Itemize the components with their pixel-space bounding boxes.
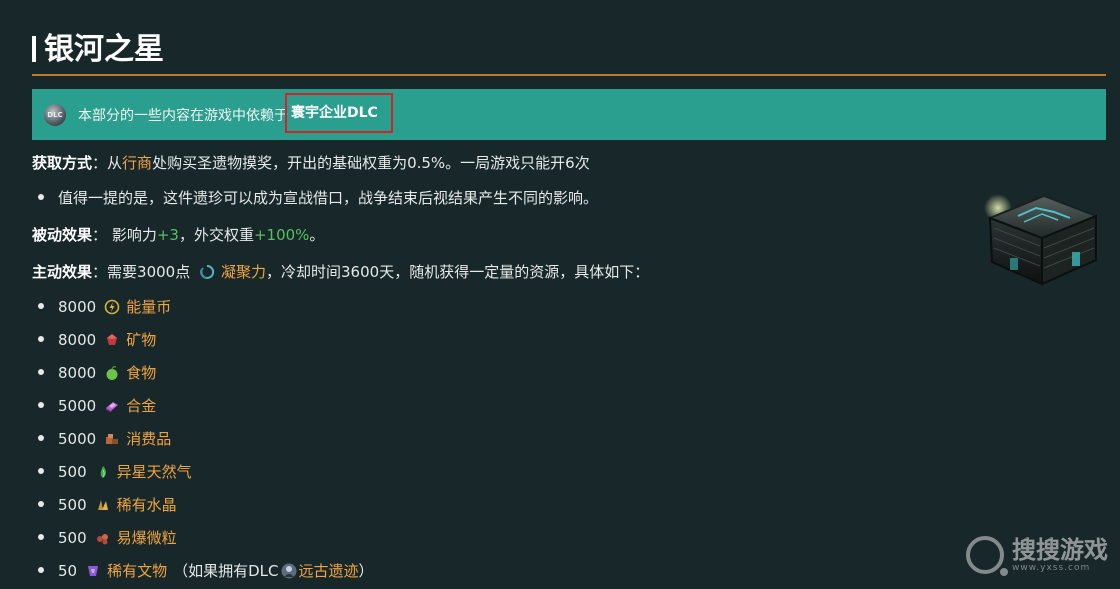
- merchant-link[interactable]: 行商: [122, 154, 152, 172]
- search-logo-icon: [966, 536, 1008, 576]
- page-title-text: 银河之星: [44, 32, 164, 67]
- title-bar-decoration: [32, 36, 36, 62]
- resource-amount: 8000: [58, 364, 97, 382]
- ancient-relics-dlc-icon: [281, 563, 297, 579]
- bullet-dot: [38, 501, 44, 507]
- dlc-logo-icon: DLC: [44, 103, 66, 126]
- minerals-icon: [104, 332, 120, 348]
- resource-link[interactable]: 稀有水晶: [117, 496, 177, 514]
- resource-link[interactable]: 消费品: [126, 430, 171, 448]
- acquire-text-after: 处购买圣遗物摸奖，开出的基础权重为0.5%。一局游戏只能开6次: [152, 154, 590, 172]
- active-sep: ：: [92, 263, 108, 281]
- exotic-gases-icon: [95, 464, 111, 480]
- bullet-dot: [38, 567, 44, 573]
- resource-link[interactable]: 能量币: [126, 298, 171, 316]
- resource-link[interactable]: 易爆微粒: [117, 529, 177, 547]
- rare-crystals-icon: [95, 497, 111, 513]
- resource-amount: 500: [58, 496, 87, 514]
- passive-sep: ：: [92, 226, 108, 244]
- resource-item: 500 稀有水晶: [38, 494, 177, 515]
- passive-influence-value: +3: [156, 226, 179, 244]
- resource-amount: 50: [58, 562, 78, 580]
- resource-link[interactable]: 稀有文物: [107, 562, 167, 580]
- watermark-url: www.yxss.com: [1012, 563, 1091, 573]
- dlc-notice-banner: DLC 本部分的一些内容在游戏中依赖于 寰宇企业DLC: [32, 89, 1106, 140]
- active-text-before: 需要3000点: [107, 263, 191, 281]
- passive-diplo-text: ，外交权重: [178, 226, 254, 244]
- resource-item: 8000 能量币: [38, 296, 171, 317]
- bullet-dot: [38, 468, 44, 474]
- passive-influence-text: 影响力: [111, 226, 157, 244]
- dlc-condition-end: ）: [358, 562, 374, 580]
- resource-item: 50 稀有文物 （如果拥有DLC 远古遗迹）: [38, 560, 374, 581]
- passive-line: 被动效果： 影响力+3，外交权重+100%。: [32, 224, 324, 245]
- resource-amount: 8000: [58, 331, 97, 349]
- resource-link[interactable]: 食物: [126, 364, 156, 382]
- acquire-label: 获取方式: [32, 154, 93, 172]
- resource-item: 8000 矿物: [38, 329, 156, 350]
- ancient-relics-link[interactable]: 远古遗迹: [299, 562, 359, 580]
- consumer-goods-icon: [104, 431, 120, 447]
- resource-item: 5000 合金: [38, 395, 156, 416]
- note-text: 值得一提的是，这件遗珍可以成为宣战借口，战争结束后视结果产生不同的影响。: [58, 189, 599, 207]
- resource-item: 500 易爆微粒: [38, 527, 177, 548]
- resource-amount: 8000: [58, 298, 97, 316]
- passive-label: 被动效果: [32, 226, 93, 244]
- resource-link[interactable]: 异星天然气: [117, 463, 192, 481]
- dlc-link[interactable]: 寰宇企业DLC: [285, 93, 393, 133]
- active-line: 主动效果：需要3000点 凝聚力，冷却时间3600天，随机获得一定量的资源，具体…: [32, 261, 649, 282]
- resource-item: 8000 食物: [38, 362, 156, 383]
- active-text-after: ，冷却时间3600天，随机获得一定量的资源，具体如下：: [266, 263, 650, 281]
- resource-amount: 5000: [58, 430, 97, 448]
- food-icon: [104, 365, 120, 381]
- resource-item: 500 异星天然气: [38, 461, 192, 482]
- acquire-sep: ：: [92, 154, 108, 172]
- resource-link[interactable]: 合金: [126, 397, 156, 415]
- galactic-relic-image: [984, 194, 1099, 286]
- bullet-dot: [38, 303, 44, 309]
- volatile-motes-icon: [95, 530, 111, 546]
- resource-amount: 500: [58, 463, 87, 481]
- note-list-item: 值得一提的是，这件遗珍可以成为宣战借口，战争结束后视结果产生不同的影响。: [38, 187, 598, 208]
- page-title: 银河之星: [32, 24, 164, 68]
- acquire-line: 获取方式：从行商处购买圣遗物摸奖，开出的基础权重为0.5%。一局游戏只能开6次: [32, 152, 590, 173]
- unity-link[interactable]: 凝聚力: [221, 263, 266, 281]
- minor-artifacts-icon: [85, 563, 101, 579]
- dlc-condition-text: （如果拥有DLC: [173, 562, 279, 580]
- unity-icon: [199, 264, 215, 280]
- title-divider: [32, 74, 1106, 76]
- dlc-notice-text: 本部分的一些内容在游戏中依赖于: [78, 107, 288, 124]
- alloys-icon: [104, 398, 120, 414]
- bullet-dot: [38, 534, 44, 540]
- acquire-text-before: 从: [107, 154, 123, 172]
- energy-icon: [104, 299, 120, 315]
- resource-amount: 500: [58, 529, 87, 547]
- site-watermark: 搜搜游戏 www.yxss.com: [966, 528, 1116, 582]
- bullet-dot: [38, 336, 44, 342]
- passive-diplo-value: +100%: [253, 226, 310, 244]
- bullet-dot: [38, 435, 44, 441]
- resource-item: 5000 消费品: [38, 428, 171, 449]
- bullet-dot: [38, 402, 44, 408]
- watermark-name: 搜搜游戏: [1012, 536, 1108, 564]
- passive-end: 。: [309, 226, 325, 244]
- resource-amount: 5000: [58, 397, 97, 415]
- resource-link[interactable]: 矿物: [126, 331, 156, 349]
- bullet-dot: [38, 369, 44, 375]
- active-label: 主动效果: [32, 263, 93, 281]
- bullet-dot: [38, 194, 44, 200]
